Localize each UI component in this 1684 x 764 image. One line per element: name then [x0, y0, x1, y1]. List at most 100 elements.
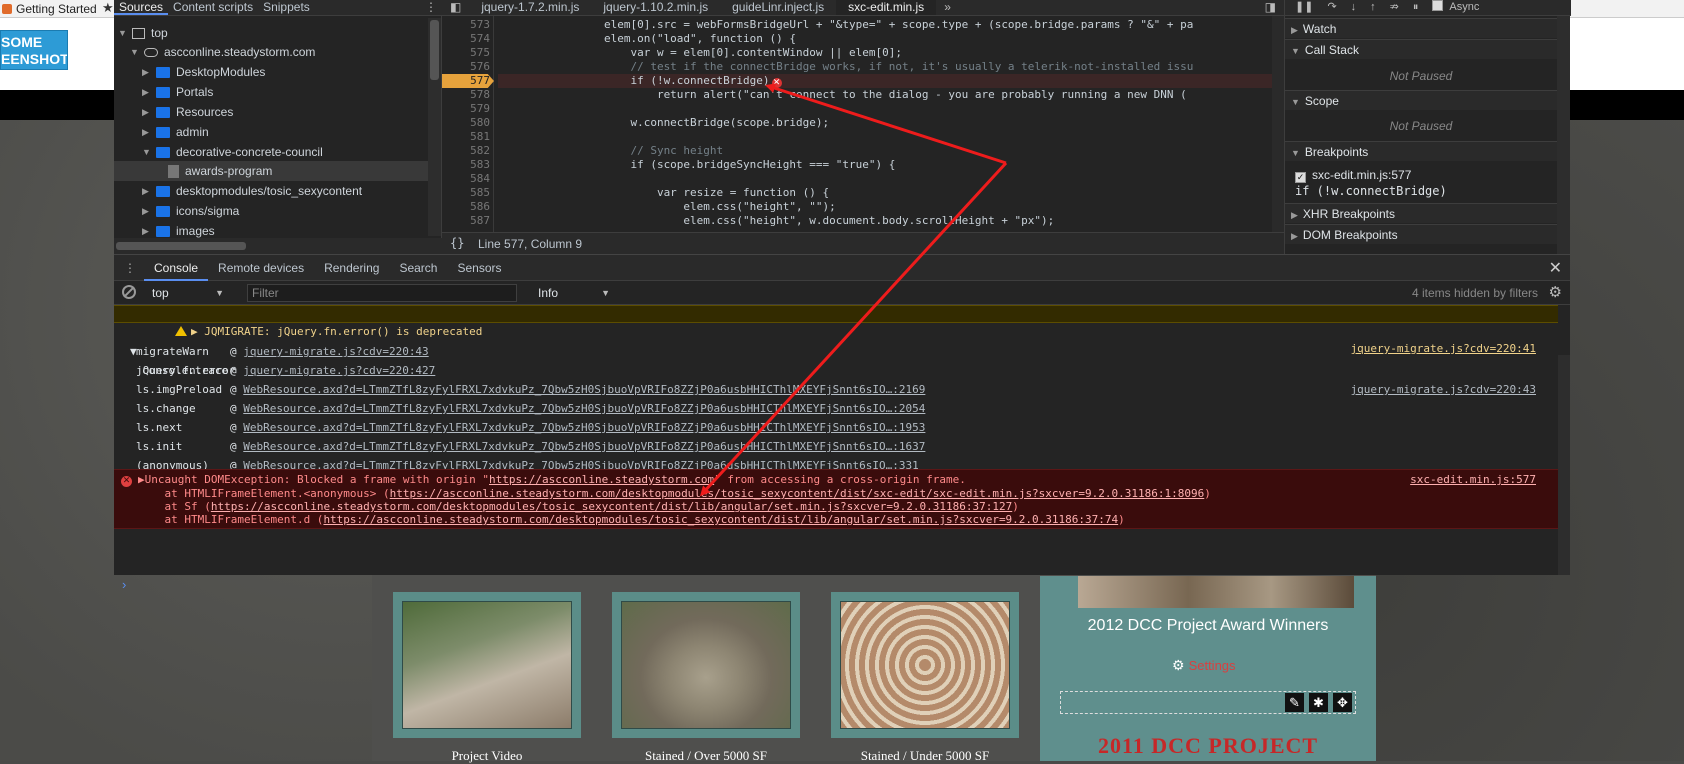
- line-number-gutter[interactable]: 573 574 575 576 577 578 579 580 581 582 583 584 585 5…: [442, 16, 494, 232]
- tree-item-folder[interactable]: ▶ desktopmodules/tosic_sexycontent: [142, 181, 362, 201]
- line-number[interactable]: 583: [442, 158, 490, 172]
- line-number[interactable]: 573: [442, 18, 490, 32]
- console-prompt[interactable]: ›: [122, 577, 126, 592]
- trace-link[interactable]: WebResource.axd?d=LTmmZTfL8zyFylFRXL7xdv…: [243, 402, 925, 415]
- line-number[interactable]: 587: [442, 214, 490, 228]
- tree-item-folder[interactable]: ▼ decorative-concrete-council: [142, 142, 323, 162]
- triangle-right-icon[interactable]: ▶: [142, 186, 150, 197]
- trace-link[interactable]: jquery-migrate.js?cdv=220:43: [243, 345, 428, 358]
- gear-icon[interactable]: ⚙: [1549, 283, 1562, 301]
- log-level-select[interactable]: Info ▼: [534, 284, 614, 302]
- pane-xhr-breakpoints[interactable]: ▶ XHR Breakpoints: [1285, 203, 1557, 223]
- more-tabs-icon[interactable]: »: [936, 0, 959, 15]
- star-icon[interactable]: ★: [102, 1, 114, 14]
- debugger-scrollbar[interactable]: [1557, 16, 1570, 254]
- editor-tab[interactable]: jquery-1.7.2.min.js: [469, 0, 591, 15]
- context-select[interactable]: top ▼: [148, 284, 228, 302]
- line-number[interactable]: 581: [442, 130, 490, 144]
- tab-search[interactable]: Search: [389, 255, 447, 281]
- line-number[interactable]: 582: [442, 144, 490, 158]
- settings-link[interactable]: ⚙ Settings: [1172, 657, 1236, 674]
- toggle-navigator-icon[interactable]: ◧: [442, 0, 469, 15]
- stack-link[interactable]: https://ascconline.steadystorm.com/deskt…: [323, 513, 1118, 526]
- pane-scope[interactable]: ▼ Scope: [1285, 90, 1557, 110]
- error-marker-icon[interactable]: ✕: [771, 78, 782, 88]
- scrollbar-thumb[interactable]: [116, 242, 246, 250]
- triangle-right-icon[interactable]: ▶: [142, 87, 150, 98]
- pause-on-exceptions-icon[interactable]: ⏸: [1413, 0, 1419, 15]
- more-icon[interactable]: ⋮: [114, 261, 144, 275]
- pane-breakpoints[interactable]: ▼ Breakpoints: [1285, 141, 1557, 161]
- triangle-down-icon[interactable]: ▼: [118, 28, 127, 38]
- tree-item-top[interactable]: ▼ top: [118, 23, 168, 43]
- breakpoint-checkbox[interactable]: ✓: [1295, 172, 1306, 183]
- navigator-scrollbar[interactable]: [428, 18, 441, 236]
- triangle-down-icon[interactable]: ▼: [130, 47, 139, 57]
- line-number[interactable]: 580: [442, 116, 490, 130]
- tree-item-folder[interactable]: ▶ Resources: [142, 102, 233, 122]
- triangle-right-icon[interactable]: ▶: [142, 127, 150, 138]
- expand-triangle-icon[interactable]: ▶: [138, 473, 145, 486]
- editor-tab-active[interactable]: sxc-edit.min.js: [836, 0, 937, 15]
- trace-header[interactable]: ▼ console.trace jquery-migrate.js?cdv=22…: [114, 323, 1558, 396]
- breakpoint-item[interactable]: ✓ sxc-edit.min.js:577: [1295, 168, 1411, 183]
- clear-console-icon[interactable]: [122, 285, 136, 299]
- tree-item-folder[interactable]: ▶ DesktopModules: [142, 62, 265, 82]
- editor-scrollbar[interactable]: [1272, 16, 1284, 232]
- tab-sensors[interactable]: Sensors: [447, 255, 511, 281]
- pencil-icon[interactable]: ✎: [1285, 693, 1304, 712]
- thumbnail-project-video[interactable]: [393, 592, 581, 738]
- thumbnail-caption[interactable]: Stained / Under 5000 SF: [831, 748, 1019, 764]
- toggle-debugger-icon[interactable]: ◨: [1257, 0, 1284, 15]
- line-number[interactable]: 574: [442, 32, 490, 46]
- error-message[interactable]: ✕ ▶Uncaught DOMException: Blocked a frame…: [114, 469, 1558, 529]
- pane-dom-breakpoints[interactable]: ▶ DOM Breakpoints: [1285, 224, 1557, 244]
- line-number[interactable]: 579: [442, 102, 490, 116]
- tree-item-folder[interactable]: ▶ Portals: [142, 82, 213, 102]
- trace-link[interactable]: WebResource.axd?d=LTmmZTfL8zyFylFRXL7xdv…: [243, 440, 925, 453]
- thumbnail-stained-under[interactable]: [831, 592, 1019, 738]
- move-icon[interactable]: ✥: [1333, 693, 1352, 712]
- async-checkbox[interactable]: [1432, 0, 1444, 11]
- triangle-right-icon[interactable]: ▶: [142, 206, 150, 217]
- tab-remote-devices[interactable]: Remote devices: [208, 255, 314, 281]
- filter-input[interactable]: [247, 284, 517, 302]
- warning-message[interactable]: ▶ JQMIGRATE: jQuery.fn.error() is deprec…: [114, 305, 1558, 355]
- trace-link[interactable]: WebResource.axd?d=LTmmZTfL8zyFylFRXL7xdv…: [243, 383, 925, 396]
- tree-item-folder[interactable]: ▶ images: [142, 221, 215, 238]
- navigator-hscrollbar[interactable]: [114, 238, 442, 254]
- console-scrollbar[interactable]: [1558, 355, 1570, 575]
- step-over-icon[interactable]: ↷: [1327, 0, 1336, 15]
- line-number[interactable]: 575: [442, 46, 490, 60]
- pane-call-stack[interactable]: ▼ Call Stack: [1285, 39, 1557, 59]
- async-toggle[interactable]: Async: [1432, 0, 1479, 15]
- trace-link[interactable]: jquery-migrate.js?cdv=220:427: [243, 364, 435, 377]
- step-into-icon[interactable]: ↓: [1351, 0, 1357, 15]
- tree-item-domain[interactable]: ▼ ascconline.steadystorm.com: [130, 42, 315, 62]
- stack-link[interactable]: https://ascconline.steadystorm.com/deskt…: [211, 500, 1012, 513]
- tab-rendering[interactable]: Rendering: [314, 255, 389, 281]
- triangle-down-icon[interactable]: ▼: [142, 147, 151, 157]
- triangle-right-icon[interactable]: ▶: [142, 67, 150, 78]
- error-source-link[interactable]: sxc-edit.min.js:577: [1410, 473, 1536, 486]
- triangle-right-icon[interactable]: ▶: [142, 226, 150, 237]
- pause-icon[interactable]: ❚❚: [1295, 0, 1313, 15]
- tab-sources[interactable]: Sources: [114, 0, 169, 15]
- stack-link[interactable]: https://ascconline.steadystorm.com/deskt…: [390, 487, 1205, 500]
- more-icon[interactable]: ⋮: [425, 0, 437, 14]
- breakpoint-marker[interactable]: 577: [442, 74, 494, 88]
- bookmark-getting-started[interactable]: Getting Started: [2, 2, 97, 16]
- triangle-right-icon[interactable]: ▶: [142, 107, 150, 118]
- step-out-icon[interactable]: ↑: [1370, 0, 1376, 15]
- site-header-button[interactable]: SOME EENSHOT: [0, 30, 68, 70]
- line-number[interactable]: 586: [442, 200, 490, 214]
- editor-tab[interactable]: guideLinr.inject.js: [720, 0, 836, 15]
- pretty-print-button[interactable]: {}: [450, 236, 464, 250]
- error-origin-link[interactable]: https://ascconline.steadystorm.com: [489, 473, 714, 486]
- scrollbar-thumb[interactable]: [430, 20, 439, 80]
- tab-content-scripts[interactable]: Content scripts: [168, 0, 258, 15]
- line-number[interactable]: 578: [442, 88, 490, 102]
- editor-tab[interactable]: jquery-1.10.2.min.js: [591, 0, 720, 15]
- line-number[interactable]: 584: [442, 172, 490, 186]
- tree-item-file-selected[interactable]: awards-program: [114, 161, 428, 181]
